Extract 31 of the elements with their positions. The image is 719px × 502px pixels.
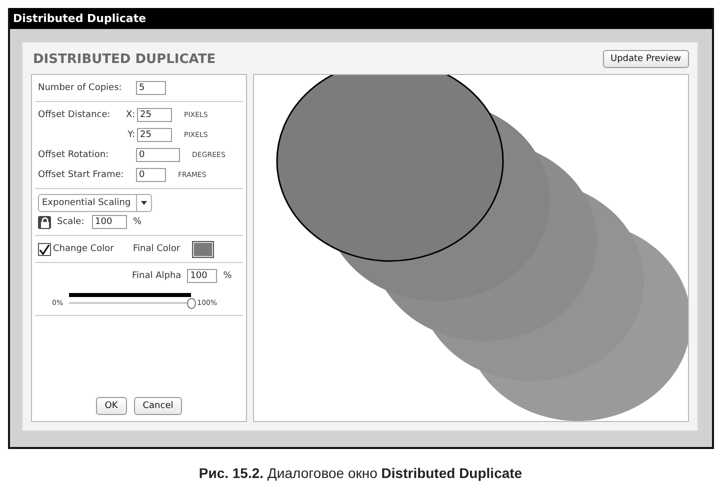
input-field[interactable]: 5 — [136, 81, 166, 95]
input-field[interactable]: 25 — [137, 108, 172, 122]
field-label: Scale: — [57, 217, 86, 227]
input-field[interactable]: 0 — [136, 148, 180, 162]
input-field[interactable]: 100 — [92, 215, 127, 229]
field-label: Final Color — [133, 244, 180, 254]
field-label: Final Alpha — [132, 271, 182, 281]
axis-label: Y: — [126, 130, 135, 140]
scaling-dropdown[interactable]: Exponential Scaling — [38, 194, 152, 212]
unit-label: % — [223, 271, 232, 281]
checkbox-label: Change Color — [53, 244, 115, 254]
window-title: Distributed Duplicate — [10, 8, 712, 29]
figure-caption: Рис. 15.2. Диалоговое окно Distributed Duplicate — [198, 465, 524, 481]
dialog-button[interactable]: OK — [96, 397, 127, 415]
field-label: Offset Rotation: — [38, 150, 110, 160]
lock-icon[interactable] — [38, 216, 51, 228]
input-field[interactable]: 25 — [137, 128, 172, 142]
axis-label: X: — [126, 110, 135, 120]
dialog-button[interactable]: Cancel — [134, 397, 182, 415]
slider-thumb[interactable] — [187, 298, 196, 308]
field-label: Offset Start Frame: — [38, 170, 125, 180]
caret-icon — [141, 201, 147, 205]
field-label: Number of Copies: — [38, 83, 123, 93]
dialog-heading: DISTRIBUTED DUPLICATE — [32, 52, 216, 66]
field-label: Offset Distance: — [38, 110, 112, 120]
input-field[interactable]: 0 — [136, 168, 166, 182]
color-swatch[interactable] — [192, 240, 214, 258]
input-field[interactable]: 100 — [187, 269, 218, 283]
change-color-checkbox[interactable] — [38, 242, 51, 256]
unit-label: % — [133, 217, 142, 227]
update-preview-button[interactable]: Update Preview — [602, 50, 689, 68]
